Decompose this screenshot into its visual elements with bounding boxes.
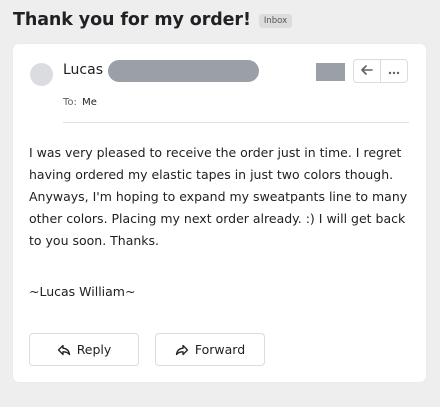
- recipient-prefix: To:: [63, 97, 77, 108]
- sender-email-redacted: [108, 60, 259, 82]
- email-subject: Thank you for my order!: [13, 10, 251, 30]
- message-actions: [353, 59, 408, 83]
- recipient-line: To: Me: [63, 97, 97, 108]
- reply-button[interactable]: Reply: [29, 333, 139, 366]
- forward-label: Forward: [194, 342, 246, 357]
- forward-button[interactable]: Forward: [155, 333, 265, 366]
- sender-avatar: [30, 63, 53, 86]
- inbox-label-badge[interactable]: Inbox: [258, 13, 293, 28]
- email-signature: ~Lucas William~: [29, 284, 136, 299]
- email-body: I was very pleased to receive the order …: [29, 145, 408, 248]
- reply-label: Reply: [76, 342, 112, 357]
- forward-icon: [175, 344, 189, 356]
- recipient-name[interactable]: Me: [82, 97, 97, 108]
- reply-icon: [361, 64, 373, 78]
- reply-icon: [57, 344, 71, 356]
- timestamp-redacted: [316, 63, 345, 81]
- more-options-button[interactable]: [380, 60, 407, 82]
- header-divider: [63, 122, 409, 123]
- more-horizontal-icon: [388, 65, 400, 78]
- email-card: Lucas To: Me I was very pleased to recei…: [13, 44, 426, 382]
- email-header: Thank you for my order! Inbox: [13, 10, 293, 30]
- quick-reply-button[interactable]: [354, 60, 380, 82]
- sender-name: Lucas: [63, 62, 103, 78]
